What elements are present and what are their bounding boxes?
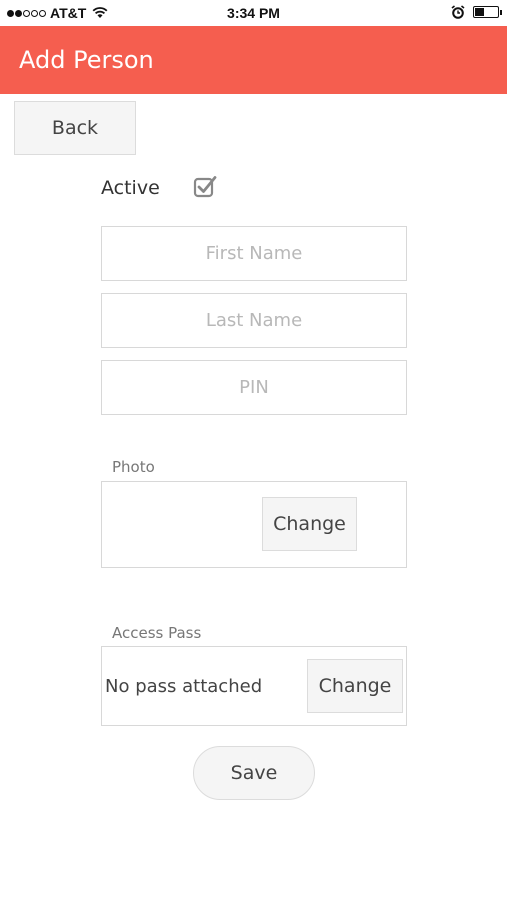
access-pass-change-button[interactable]: Change	[307, 659, 403, 713]
back-button[interactable]: Back	[14, 101, 136, 155]
last-name-input[interactable]	[101, 293, 407, 348]
battery-icon	[473, 6, 502, 18]
battery-level	[475, 8, 484, 16]
active-label: Active	[101, 177, 160, 199]
photo-label: Photo	[112, 458, 155, 476]
app-header: Add Person	[0, 26, 507, 94]
access-pass-box: No pass attached Change	[101, 646, 407, 726]
access-pass-label: Access Pass	[112, 624, 202, 642]
pin-input[interactable]	[101, 360, 407, 415]
active-checkbox[interactable]	[193, 174, 217, 198]
status-bar: AT&T 3:34 PM	[0, 0, 507, 26]
first-name-input[interactable]	[101, 226, 407, 281]
photo-box: Change	[101, 481, 407, 568]
page-title: Add Person	[19, 46, 154, 74]
photo-change-button[interactable]: Change	[262, 497, 357, 551]
status-time: 3:34 PM	[227, 5, 280, 21]
alarm-icon	[451, 5, 465, 19]
save-button[interactable]: Save	[193, 746, 315, 800]
access-pass-status: No pass attached	[105, 676, 263, 697]
status-bar-right	[451, 5, 502, 19]
